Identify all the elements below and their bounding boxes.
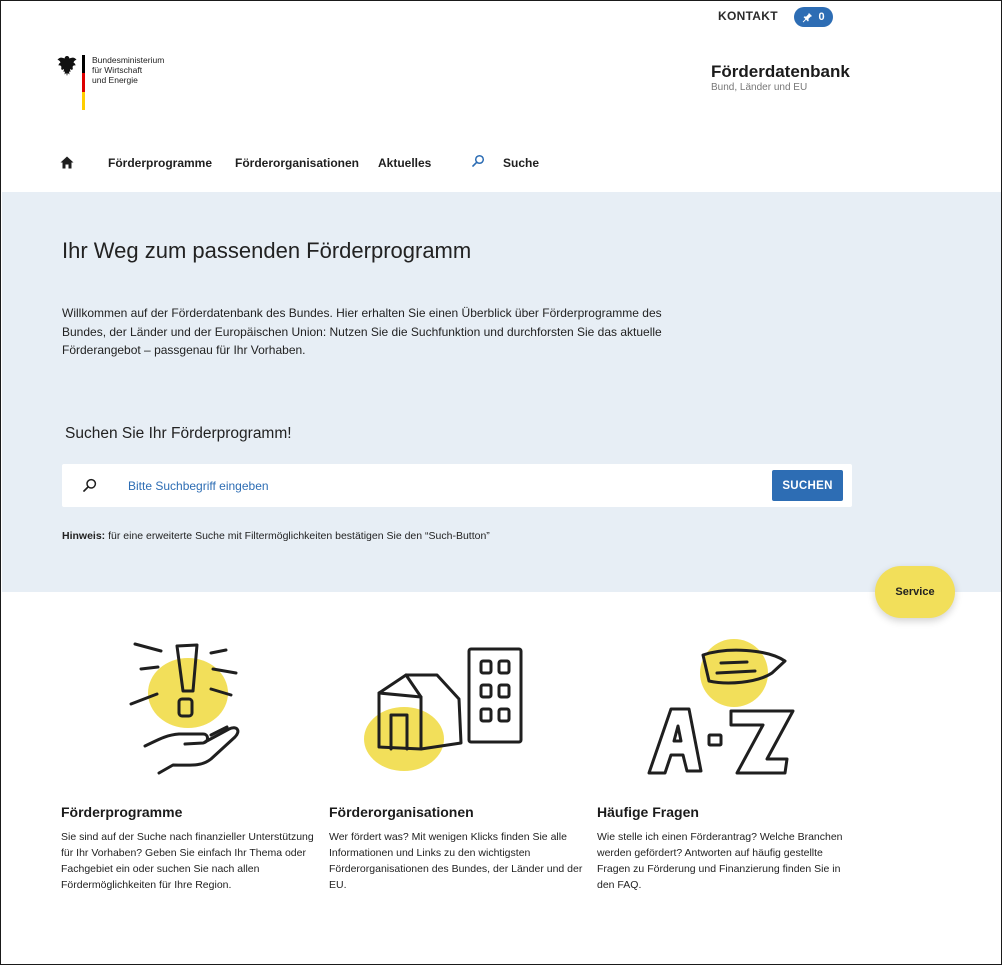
pinned-items-button[interactable]: 0 xyxy=(794,7,833,27)
site-subtitle: Bund, Länder und EU xyxy=(711,82,808,93)
home-icon[interactable] xyxy=(60,156,74,169)
search-input[interactable] xyxy=(128,475,748,497)
search-hint: Hinweis: für eine erweiterte Suche mit F… xyxy=(62,530,490,542)
search-box: SUCHEN xyxy=(62,464,852,507)
card-text: Wie stelle ich einen Förderantrag? Welch… xyxy=(597,831,843,891)
hint-text: für eine erweiterte Suche mit Filtermögl… xyxy=(105,530,490,542)
nav-item-suche[interactable]: Suche xyxy=(503,156,539,170)
hand-exclamation-icon xyxy=(129,642,240,775)
a-z-speech-bubble-icon xyxy=(647,639,795,775)
search-heading: Suchen Sie Ihr Förderprogramm! xyxy=(65,425,292,442)
pinned-count: 0 xyxy=(818,11,825,23)
search-icon xyxy=(83,478,97,492)
site-title[interactable]: Förderdatenbank xyxy=(711,62,850,82)
hero-title: Ihr Weg zum passenden Förderprogramm xyxy=(62,238,472,263)
page: KONTAKT 0 Bundesministerium für Wirtscha… xyxy=(0,0,1002,965)
federal-eagle-icon xyxy=(57,56,77,76)
hero-intro: Willkommen auf der Förderdatenbank des B… xyxy=(62,306,662,357)
main-nav: Förderprogramme Förderorganisationen Akt… xyxy=(1,151,1001,179)
hero-section: Ihr Weg zum passenden Förderprogramm Wil… xyxy=(2,192,1001,592)
pin-icon xyxy=(803,12,813,22)
buildings-icon xyxy=(364,647,523,771)
search-button[interactable]: SUCHEN xyxy=(772,470,843,501)
nav-item-foerderorganisationen[interactable]: Förderorganisationen xyxy=(235,156,359,170)
nav-item-foerderprogramme[interactable]: Förderprogramme xyxy=(108,156,212,170)
ministry-name: Bundesministerium für Wirtschaft und Ene… xyxy=(92,55,165,85)
card-text: Sie sind auf der Suche nach finanzieller… xyxy=(61,831,314,891)
card-text: Wer fördert was? Mit wenigen Klicks find… xyxy=(329,831,583,891)
hint-label: Hinweis: xyxy=(62,530,106,542)
search-icon[interactable] xyxy=(472,154,485,167)
card-title: Förderorganisationen xyxy=(329,804,474,820)
flag-stripe xyxy=(82,55,85,110)
ministry-logo[interactable]: Bundesministerium für Wirtschaft und Ene… xyxy=(57,55,197,115)
kontakt-link[interactable]: KONTAKT xyxy=(718,9,778,23)
card-title: Häufige Fragen xyxy=(597,804,699,820)
nav-item-aktuelles[interactable]: Aktuelles xyxy=(378,156,431,170)
card-title: Förderprogramme xyxy=(61,804,183,820)
service-button[interactable]: Service xyxy=(875,566,955,618)
